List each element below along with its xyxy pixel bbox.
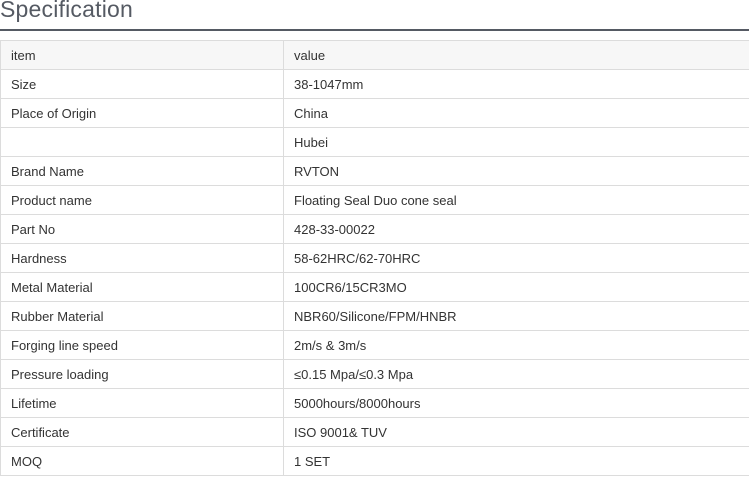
row-item bbox=[0, 127, 284, 157]
row-item: Product name bbox=[0, 185, 284, 215]
row-item: Size bbox=[0, 69, 284, 99]
table-row: Part No 428-33-00022 bbox=[0, 214, 749, 244]
table-row: Lifetime 5000hours/8000hours bbox=[0, 388, 749, 418]
table-row: Certificate ISO 9001& TUV bbox=[0, 417, 749, 447]
table-row: Brand Name RVTON bbox=[0, 156, 749, 186]
row-item: Certificate bbox=[0, 417, 284, 447]
table-row: Pressure loading ≤0.15 Mpa/≤0.3 Mpa bbox=[0, 359, 749, 389]
row-item: Lifetime bbox=[0, 388, 284, 418]
row-item: Part No bbox=[0, 214, 284, 244]
row-value: 100CR6/15CR3MO bbox=[283, 272, 749, 302]
row-value: 58-62HRC/62-70HRC bbox=[283, 243, 749, 273]
row-value: ISO 9001& TUV bbox=[283, 417, 749, 447]
row-item: Brand Name bbox=[0, 156, 284, 186]
row-value: ≤0.15 Mpa/≤0.3 Mpa bbox=[283, 359, 749, 389]
row-value: 428-33-00022 bbox=[283, 214, 749, 244]
table-row: Rubber Material NBR60/Silicone/FPM/HNBR bbox=[0, 301, 749, 331]
row-item: Pressure loading bbox=[0, 359, 284, 389]
row-item: Metal Material bbox=[0, 272, 284, 302]
row-value: 1 SET bbox=[283, 446, 749, 476]
table-header-row: item value bbox=[0, 40, 749, 70]
row-value: 38-1047mm bbox=[283, 69, 749, 99]
specification-table: item value Size 38-1047mm Place of Origi… bbox=[0, 40, 749, 476]
table-row: MOQ 1 SET bbox=[0, 446, 749, 476]
page-title: Specification bbox=[0, 0, 134, 22]
table-row: Hardness 58-62HRC/62-70HRC bbox=[0, 243, 749, 273]
table-row: Product name Floating Seal Duo cone seal bbox=[0, 185, 749, 215]
table-row: Metal Material 100CR6/15CR3MO bbox=[0, 272, 749, 302]
table-row: Forging line speed 2m/s & 3m/s bbox=[0, 330, 749, 360]
table-row: Hubei bbox=[0, 127, 749, 157]
row-item: Place of Origin bbox=[0, 98, 284, 128]
header-cell-item: item bbox=[0, 40, 284, 70]
row-item: Hardness bbox=[0, 243, 284, 273]
row-value: Hubei bbox=[283, 127, 749, 157]
table-row: Size 38-1047mm bbox=[0, 69, 749, 99]
row-value: Floating Seal Duo cone seal bbox=[283, 185, 749, 215]
row-item: MOQ bbox=[0, 446, 284, 476]
row-value: China bbox=[283, 98, 749, 128]
row-value: 2m/s & 3m/s bbox=[283, 330, 749, 360]
title-underline bbox=[0, 29, 749, 31]
table-row: Place of Origin China bbox=[0, 98, 749, 128]
row-item: Rubber Material bbox=[0, 301, 284, 331]
header-cell-value: value bbox=[283, 40, 749, 70]
row-item: Forging line speed bbox=[0, 330, 284, 360]
page: Specification item value Size 38-1047mm … bbox=[0, 0, 749, 477]
row-value: RVTON bbox=[283, 156, 749, 186]
row-value: 5000hours/8000hours bbox=[283, 388, 749, 418]
row-value: NBR60/Silicone/FPM/HNBR bbox=[283, 301, 749, 331]
